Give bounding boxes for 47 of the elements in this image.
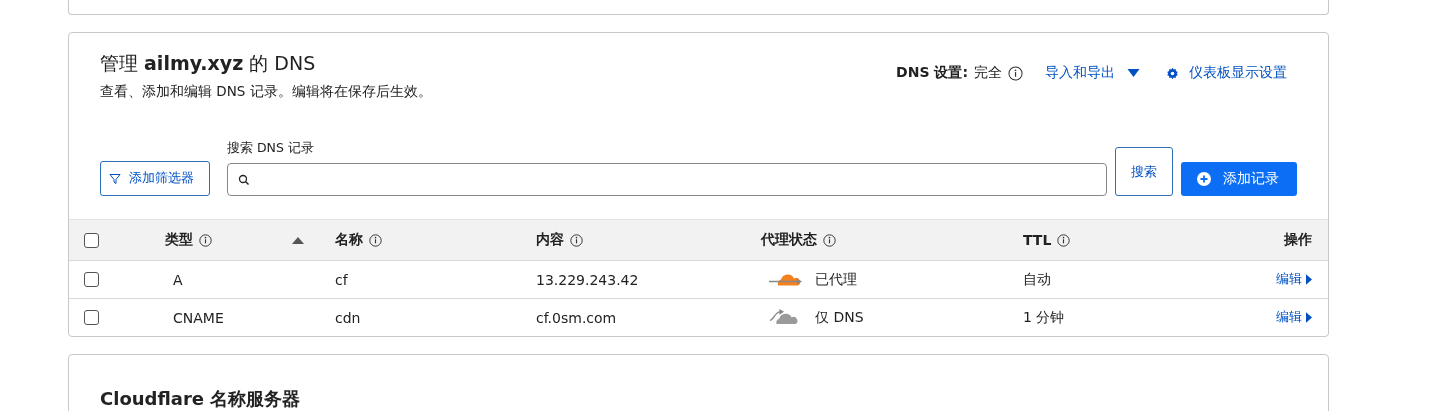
table-cell: 已代理 xyxy=(815,270,857,289)
dns-setting-label: DNS 设置: xyxy=(896,64,968,82)
column-header: 操作 xyxy=(1284,231,1312,249)
column-header: 内容 xyxy=(536,231,564,249)
caret-icon[interactable] xyxy=(1306,274,1312,285)
table-cell: A xyxy=(173,271,183,288)
info-icon[interactable] xyxy=(570,233,583,247)
import-export-link[interactable]: 导入和导出 xyxy=(1045,64,1140,82)
table-cell: 仅 DNS xyxy=(815,308,864,327)
info-icon[interactable] xyxy=(1057,233,1071,247)
search-label: 搜索 DNS 记录 xyxy=(227,140,315,157)
column-header: 代理状态 xyxy=(761,231,817,249)
table-cell: cf.0sm.com xyxy=(536,309,617,326)
edit-link[interactable]: 编辑 xyxy=(1276,271,1312,288)
add-record-button[interactable]: 添加记录 xyxy=(1181,162,1297,196)
edit-link[interactable]: 编辑 xyxy=(1276,309,1312,326)
table-cell: CNAME xyxy=(173,309,224,326)
gear-icon[interactable] xyxy=(1166,66,1179,80)
table-cell: 13.229.243.42 xyxy=(536,271,639,288)
row-checkbox[interactable] xyxy=(84,272,99,287)
sort-arrow-icon[interactable] xyxy=(292,237,304,244)
add-filter-button[interactable]: 添加筛选器 xyxy=(100,161,210,196)
info-icon[interactable] xyxy=(369,233,382,247)
caret-icon[interactable] xyxy=(1306,312,1312,323)
section-title: Cloudflare 名称服务器 xyxy=(100,387,302,411)
info-icon[interactable] xyxy=(1008,65,1023,81)
card-title: 管理 ailmy.xyz 的 DNS xyxy=(100,51,317,76)
select-all-checkbox[interactable] xyxy=(84,232,99,248)
card-subtitle: 查看、添加和编辑 DNS 记录。编辑将在保存后生效。 xyxy=(100,83,432,101)
info-icon[interactable] xyxy=(199,233,212,247)
plus-icon[interactable] xyxy=(1197,172,1211,186)
search-button[interactable]: 搜索 xyxy=(1115,147,1173,196)
search-field[interactable] xyxy=(227,163,1107,196)
dashboard-settings-link[interactable]: 仪表板显示设置 xyxy=(1166,64,1287,82)
row-checkbox[interactable] xyxy=(84,310,99,325)
dns-setting-value: 完全 xyxy=(974,64,1002,82)
search-icon[interactable] xyxy=(238,173,250,186)
column-header: 名称 xyxy=(335,231,363,249)
table-cell: cdn xyxy=(335,309,361,326)
caret-icon[interactable] xyxy=(1127,69,1140,77)
info-icon[interactable] xyxy=(823,233,836,247)
column-header: 类型 xyxy=(165,231,193,249)
table-cell: cf xyxy=(335,271,348,288)
table-cell: 1 分钟 xyxy=(1023,308,1065,327)
column-header: TTL xyxy=(1023,232,1052,248)
table-cell: 自动 xyxy=(1023,270,1051,289)
filter-icon[interactable] xyxy=(109,172,121,185)
